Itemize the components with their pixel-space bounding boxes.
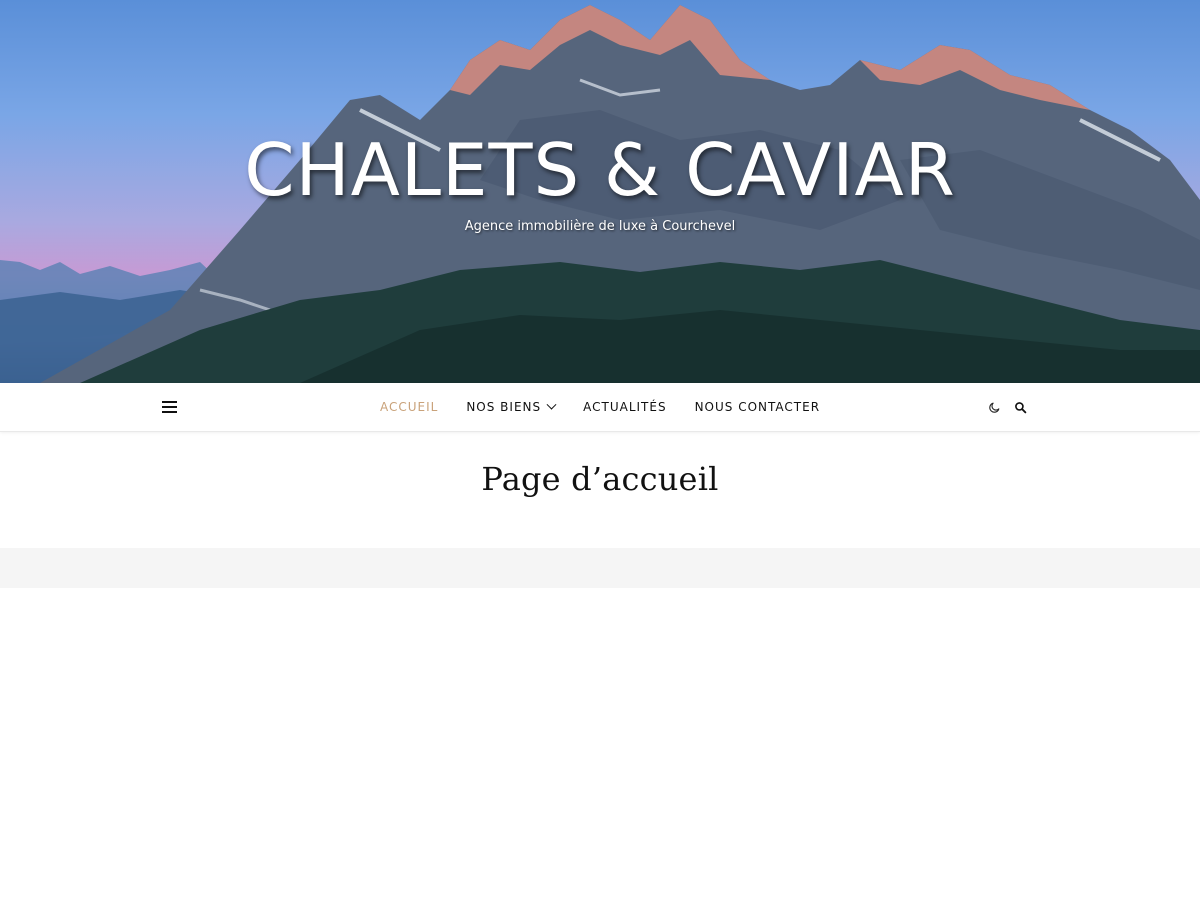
nav-item-label: NOS BIENS [466, 400, 542, 414]
site-branding: CHALETS & CAVIAR Agence immobilière de l… [0, 122, 1200, 236]
moon-icon[interactable] [986, 399, 1002, 415]
hamburger-icon[interactable] [162, 401, 177, 413]
search-icon[interactable] [1012, 399, 1028, 415]
nav-item-accueil[interactable]: ACCUEIL [366, 383, 452, 431]
page-header: Page d’accueil [0, 432, 1200, 548]
content-divider-band [0, 548, 1200, 588]
site-header-hero: CHALETS & CAVIAR Agence immobilière de l… [0, 0, 1200, 383]
nav-item-actualites[interactable]: ACTUALITÉS [569, 383, 680, 431]
nav-item-nous-contacter[interactable]: NOUS CONTACTER [681, 383, 834, 431]
nav-item-label: ACTUALITÉS [583, 400, 667, 414]
chevron-down-icon [546, 399, 557, 410]
nav-item-label: ACCUEIL [379, 400, 439, 414]
main-navigation: ACCUEIL NOS BIENS ACTUALITÉS NOUS CONTAC… [0, 383, 1200, 432]
nav-item-nos-biens[interactable]: NOS BIENS [452, 383, 569, 431]
page-title: Page d’accueil [481, 460, 719, 498]
site-tagline: Agence immobilière de luxe à Courchevel [464, 219, 736, 234]
nav-item-label: NOUS CONTACTER [694, 400, 821, 414]
site-title[interactable]: CHALETS & CAVIAR [244, 122, 956, 218]
nav-utility-icons [986, 399, 1028, 415]
